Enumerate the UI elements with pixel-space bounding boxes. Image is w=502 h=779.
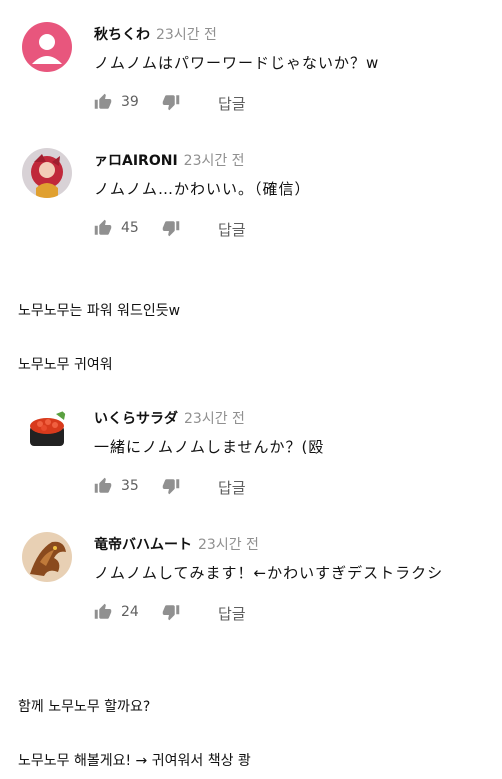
avatar-dragon-icon[interactable] bbox=[22, 532, 72, 582]
comment-header: 竜帝バハムート 23시간 전 bbox=[94, 534, 259, 554]
author-name[interactable]: いくらサラダ bbox=[94, 411, 178, 427]
comment-text: 一緒にノムノムしませんか？(殴 bbox=[94, 438, 325, 456]
thumbs-up-icon[interactable] bbox=[94, 603, 112, 621]
comment-actions: 35 답글 bbox=[94, 476, 294, 498]
avatar-ikura-sushi-icon[interactable] bbox=[22, 406, 72, 456]
reply-button[interactable]: 답글 bbox=[218, 219, 246, 240]
comment-text: ノムノムしてみます！←かわいすぎデストラクシ bbox=[94, 564, 444, 582]
author-name[interactable]: ァロAIRONI bbox=[94, 153, 178, 169]
avatar-pink-person-icon[interactable] bbox=[22, 22, 72, 72]
translation-note: 노무노무 해볼게요! → 귀여워서 책상 쾅 bbox=[18, 753, 251, 769]
comment-header: ァロAIRONI 23시간 전 bbox=[94, 150, 245, 170]
comment-text: ノムノムはパワーワードじゃないか？w bbox=[94, 54, 380, 72]
comment-actions: 45 답글 bbox=[94, 218, 294, 240]
timestamp[interactable]: 23시간 전 bbox=[184, 153, 245, 169]
translation-note: 노무노무 귀여워 bbox=[18, 357, 113, 373]
like-count: 24 bbox=[121, 604, 139, 620]
comment-1: 秋ちくわ 23시간 전 ノムノムはパワーワードじゃないか？w 39 답글 bbox=[0, 22, 502, 122]
timestamp[interactable]: 23시간 전 bbox=[184, 411, 245, 427]
comment-actions: 24 답글 bbox=[94, 602, 294, 624]
thumbs-up-icon[interactable] bbox=[94, 477, 112, 495]
thumbs-down-icon[interactable] bbox=[162, 603, 180, 621]
thumbs-down-icon[interactable] bbox=[162, 219, 180, 237]
reply-button[interactable]: 답글 bbox=[218, 93, 246, 114]
comment-header: 秋ちくわ 23시간 전 bbox=[94, 24, 217, 44]
timestamp[interactable]: 23시간 전 bbox=[156, 27, 217, 43]
translation-note: 함께 노무노무 할까요? bbox=[18, 699, 151, 715]
comment-header: いくらサラダ 23시간 전 bbox=[94, 408, 245, 428]
reply-button[interactable]: 답글 bbox=[218, 477, 246, 498]
reply-button[interactable]: 답글 bbox=[218, 603, 246, 624]
thumbs-down-icon[interactable] bbox=[162, 477, 180, 495]
like-count: 35 bbox=[121, 478, 139, 494]
comment-3: いくらサラダ 23시간 전 一緒にノムノムしませんか？(殴 35 답글 bbox=[0, 406, 502, 506]
author-name[interactable]: 竜帝バハムート bbox=[94, 537, 192, 553]
comment-actions: 39 답글 bbox=[94, 92, 294, 114]
thumbs-down-icon[interactable] bbox=[162, 93, 180, 111]
author-name[interactable]: 秋ちくわ bbox=[94, 27, 150, 43]
like-count: 45 bbox=[121, 220, 139, 236]
like-count: 39 bbox=[121, 94, 139, 110]
avatar-anime-character-icon[interactable] bbox=[22, 148, 72, 198]
comment-text: ノムノム…かわいい。（確信） bbox=[94, 180, 311, 198]
timestamp[interactable]: 23시간 전 bbox=[198, 537, 259, 553]
translation-note: 노무노무는 파워 워드인듯w bbox=[18, 303, 181, 319]
comment-4: 竜帝バハムート 23시간 전 ノムノムしてみます！←かわいすぎデストラクシ 24 … bbox=[0, 532, 502, 632]
thumbs-up-icon[interactable] bbox=[94, 219, 112, 237]
thumbs-up-icon[interactable] bbox=[94, 93, 112, 111]
comment-2: ァロAIRONI 23시간 전 ノムノム…かわいい。（確信） 45 답글 bbox=[0, 148, 502, 248]
